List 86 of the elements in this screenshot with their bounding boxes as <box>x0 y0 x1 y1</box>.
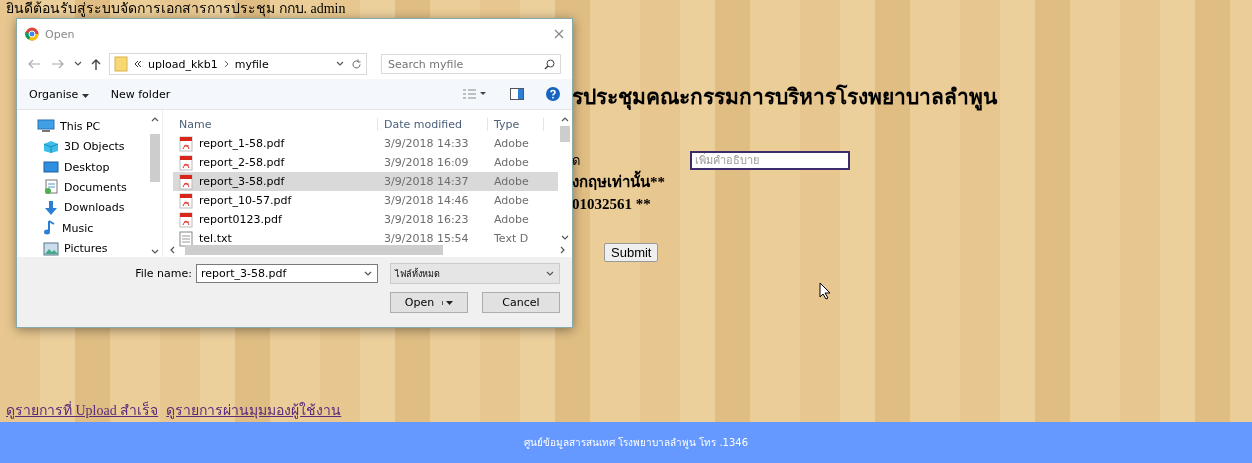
file-date: 3/9/2018 15:54 <box>383 232 470 245</box>
file-name-label: File name: <box>135 267 192 280</box>
text-file-icon <box>179 230 193 247</box>
file-name: report_3-58.pdf <box>199 175 285 188</box>
file-type: Adobe <box>493 175 530 188</box>
file-date: 3/9/2018 14:33 <box>383 137 470 150</box>
scrollbar-thumb[interactable] <box>185 245 443 255</box>
file-row[interactable]: report_10-57.pdf 3/9/2018 14:46 Adobe <box>173 191 558 210</box>
file-type: Text D <box>493 232 530 245</box>
sidebar-item[interactable]: 3D Objects <box>43 138 148 155</box>
pdf-file-icon <box>179 192 193 209</box>
caret-icon <box>81 93 89 98</box>
form-label: ด <box>572 151 581 170</box>
download-arrow-icon <box>43 199 59 216</box>
browser-logo-icon <box>25 27 39 41</box>
file-type: Adobe <box>493 137 530 150</box>
file-date: 3/9/2018 14:46 <box>383 194 470 207</box>
desktop-icon <box>43 160 59 174</box>
form-label: 01032561 ** <box>572 195 651 213</box>
description-field[interactable]: เพิ่มคำอธิบาย <box>690 150 850 170</box>
double-chevron-icon <box>134 60 142 68</box>
file-name: report0123.pdf <box>199 213 282 226</box>
file-type: Adobe <box>493 194 530 207</box>
page-link[interactable]: ดูรายการที่ Upload สำเร็จ <box>6 399 159 421</box>
file-type: Adobe <box>493 213 530 226</box>
caret-icon <box>446 300 454 305</box>
breadcrumb[interactable]: upload_kkb1 <box>148 57 218 71</box>
breadcrumb[interactable]: myfile <box>234 57 269 71</box>
sidebar-item[interactable]: Desktop <box>43 158 148 176</box>
pdf-file-icon <box>179 135 193 152</box>
file-type-dropdown[interactable]: ไฟล์ทั้งหมด <box>390 263 560 284</box>
file-row[interactable]: report_2-58.pdf 3/9/2018 16:09 Adobe <box>173 153 558 172</box>
submit-button[interactable]: Submit <box>604 243 659 262</box>
pdf-file-icon <box>179 154 193 171</box>
search-field[interactable]: Search myfile <box>381 54 561 74</box>
monitor-icon <box>37 119 55 134</box>
preview-pane-icon[interactable] <box>510 88 524 100</box>
cube-icon <box>43 139 59 154</box>
sidebar-item[interactable]: Downloads <box>43 199 148 217</box>
file-date: 3/9/2018 16:23 <box>383 213 470 226</box>
sidebar-item[interactable]: Pictures <box>43 240 148 257</box>
music-note-icon <box>43 220 57 237</box>
scrollbar-thumb[interactable] <box>150 134 160 182</box>
sidebar-item[interactable]: Documents <box>43 179 148 196</box>
cancel-button[interactable]: Cancel <box>482 292 560 313</box>
documents-icon <box>43 179 59 196</box>
column-header[interactable]: Name <box>173 117 378 131</box>
pdf-file-icon <box>179 211 193 228</box>
file-name: report_10-57.pdf <box>199 194 292 207</box>
view-options-icon[interactable] <box>462 88 488 100</box>
file-row[interactable]: report0123.pdf 3/9/2018 16:23 Adobe <box>173 210 558 229</box>
toolbar-button[interactable]: Organise <box>29 87 89 101</box>
footer-text: ศูนย์ข้อมูลสารสนเทศ โรงพยาบาลลำพูน โทร .1346 <box>523 436 749 450</box>
page-heading: รประชุมคณะกรรมการบริหารโรงพยาบาลลำพูน <box>572 83 997 113</box>
form-label: งกฤษเท่านั้น** <box>572 170 665 194</box>
page-link[interactable]: ดูรายการผ่านมุมมองผู้ใช้งาน <box>166 399 342 421</box>
address-bar[interactable]: upload_kkb1 myfile <box>109 53 367 75</box>
folder-icon <box>114 56 128 72</box>
file-name: report_1-58.pdf <box>199 137 285 150</box>
help-icon[interactable] <box>546 87 560 101</box>
welcome-text: ยินดีต้อนรับสู่ระบบจัดการเอกสารการประชุม กกบ. admin <box>6 0 346 17</box>
close-icon[interactable] <box>554 29 564 39</box>
refresh-icon[interactable] <box>351 58 362 70</box>
file-type: Adobe <box>493 156 530 169</box>
pdf-file-icon <box>179 173 193 190</box>
file-date: 3/9/2018 16:09 <box>383 156 470 169</box>
picture-icon <box>43 241 59 256</box>
scrollbar-thumb[interactable] <box>560 126 570 142</box>
file-row[interactable]: report_1-58.pdf 3/9/2018 14:33 Adobe <box>173 134 558 153</box>
file-row[interactable]: tel.txt 3/9/2018 15:54 Text D <box>173 229 558 248</box>
sidebar-item[interactable]: This PC <box>37 118 148 135</box>
file-date: 3/9/2018 14:37 <box>383 175 470 188</box>
up-arrow-icon[interactable] <box>89 57 103 71</box>
search-icon <box>544 59 555 70</box>
column-header[interactable]: Type <box>488 117 544 131</box>
column-header[interactable]: Date modified <box>378 117 488 131</box>
file-name: tel.txt <box>199 232 232 245</box>
mouse-cursor-icon <box>819 282 831 300</box>
file-name: report_2-58.pdf <box>199 156 285 169</box>
dialog-title: Open <box>45 27 76 41</box>
file-name-field[interactable]: report_3-58.pdf <box>196 264 378 283</box>
file-row[interactable]: report_3-58.pdf 3/9/2018 14:37 Adobe <box>173 172 558 191</box>
sidebar-item[interactable]: Music <box>43 220 148 237</box>
chevron-icon <box>223 60 229 68</box>
open-button[interactable]: Open <box>390 292 468 313</box>
toolbar-button[interactable]: New folder <box>110 87 171 101</box>
